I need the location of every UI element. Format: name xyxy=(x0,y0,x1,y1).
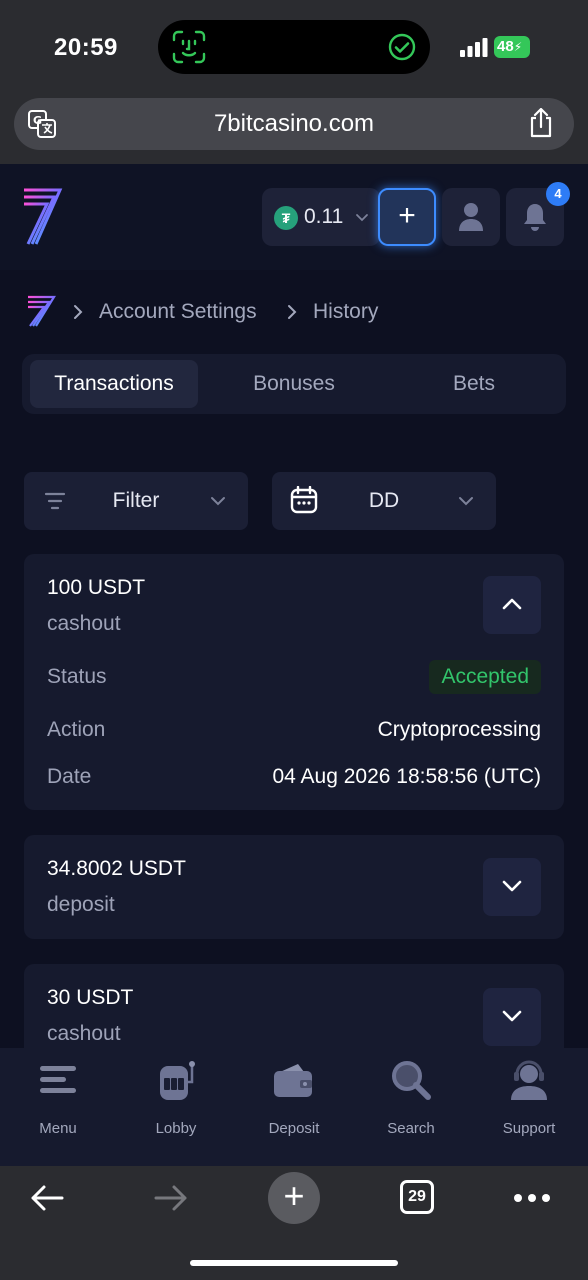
expand-button[interactable] xyxy=(483,988,541,1046)
cellular-signal-icon xyxy=(460,38,488,57)
expand-button[interactable] xyxy=(483,858,541,916)
nav-label: Support xyxy=(502,1120,556,1137)
tether-coin-icon: ₮ xyxy=(274,206,298,230)
history-tabs: Transactions Bonuses Bets xyxy=(22,354,566,414)
transaction-amount: 30 USDT xyxy=(47,986,134,1009)
user-icon xyxy=(459,203,483,231)
tab-transactions[interactable]: Transactions xyxy=(30,360,198,408)
nav-menu[interactable]: Menu xyxy=(3,1058,113,1158)
status-label: Status xyxy=(47,665,107,688)
bell-icon xyxy=(524,204,546,231)
profile-button[interactable] xyxy=(442,188,500,246)
chevron-down-icon xyxy=(356,214,368,222)
menu-icon xyxy=(40,1066,76,1093)
breadcrumb: Account Settings History xyxy=(26,292,566,332)
tab-bets[interactable]: Bets xyxy=(390,360,558,408)
date-dropdown[interactable]: DD xyxy=(272,472,496,530)
address-bar[interactable]: G 7bitcasino.com xyxy=(14,98,574,150)
nav-label: Menu xyxy=(39,1120,77,1137)
breadcrumb-account-settings[interactable]: Account Settings xyxy=(99,300,257,324)
collapse-button[interactable] xyxy=(483,576,541,634)
new-tab-button[interactable]: + xyxy=(268,1172,320,1224)
slot-machine-icon xyxy=(160,1061,195,1100)
back-arrow-icon[interactable] xyxy=(30,1184,64,1212)
transaction-type: cashout xyxy=(47,612,121,635)
status-time: 20:59 xyxy=(54,34,118,61)
tab-bonuses[interactable]: Bonuses xyxy=(210,360,378,408)
home-indicator xyxy=(190,1260,398,1266)
search-icon xyxy=(392,1061,431,1100)
7bit-logo-icon[interactable] xyxy=(22,186,64,246)
chevron-right-icon xyxy=(74,305,83,319)
chevron-down-icon xyxy=(459,497,473,506)
add-funds-button[interactable]: + xyxy=(378,188,436,246)
forward-arrow-icon[interactable] xyxy=(154,1184,188,1212)
status-badge: Accepted xyxy=(429,660,541,694)
share-icon[interactable] xyxy=(528,108,554,138)
browser-toolbar: + 29 xyxy=(0,1166,588,1280)
filter-dropdown[interactable]: Filter xyxy=(24,472,248,530)
chevron-down-icon xyxy=(502,1010,522,1022)
nav-support[interactable]: Support xyxy=(474,1058,584,1158)
ios-status-bar: 20:59 48⚡ xyxy=(0,0,588,96)
wallet-icon xyxy=(274,1064,312,1097)
more-options-icon[interactable] xyxy=(512,1188,552,1208)
nav-label: Lobby xyxy=(155,1120,197,1137)
notifications-button[interactable]: 4 xyxy=(506,182,570,246)
transaction-amount: 34.8002 USDT xyxy=(47,857,186,880)
action-label: Action xyxy=(47,718,106,741)
charging-bolt-icon: ⚡ xyxy=(513,40,523,54)
browser-address-area: G 7bitcasino.com xyxy=(0,96,588,164)
transaction-card: 34.8002 USDT deposit xyxy=(24,835,564,939)
chevron-down-icon xyxy=(502,880,522,892)
nav-deposit[interactable]: Deposit xyxy=(239,1058,349,1158)
wallet-balance: 0.11 xyxy=(304,205,344,228)
chevron-down-icon xyxy=(211,497,225,506)
url-text[interactable]: 7bitcasino.com xyxy=(14,110,574,138)
battery-level: 48 xyxy=(497,38,514,55)
action-value: Cryptoprocessing xyxy=(377,718,541,741)
nav-lobby[interactable]: Lobby xyxy=(121,1058,231,1158)
plus-icon: + xyxy=(283,1175,305,1216)
nav-search[interactable]: Search xyxy=(356,1058,466,1158)
home-logo-icon[interactable] xyxy=(26,294,56,328)
support-agent-icon xyxy=(511,1060,547,1100)
date-label: Date xyxy=(47,765,92,788)
bottom-navigation: Menu Lobby Deposit Search Support xyxy=(0,1048,588,1166)
wallet-balance-selector[interactable]: ₮ 0.11 xyxy=(262,188,380,246)
chevron-up-icon xyxy=(502,598,522,610)
transaction-card: 100 USDT cashout Status Accepted Action … xyxy=(24,554,564,810)
date-value: 04 Aug 2026 18:58:56 (UTC) xyxy=(272,765,541,788)
face-id-icon xyxy=(172,30,206,64)
battery-indicator: 48⚡ xyxy=(494,36,530,58)
checkmark-circle-icon xyxy=(388,33,416,61)
chevron-right-icon xyxy=(288,305,297,319)
nav-label: Deposit xyxy=(268,1120,320,1137)
transaction-type: deposit xyxy=(47,893,115,916)
breadcrumb-history: History xyxy=(313,300,379,323)
transaction-card: 30 USDT cashout xyxy=(24,964,564,1048)
transaction-amount: 100 USDT xyxy=(47,576,146,599)
transaction-type: cashout xyxy=(47,1022,121,1045)
nav-label: Search xyxy=(387,1120,435,1137)
site-header: ₮ 0.11 + 4 xyxy=(0,164,588,270)
tabs-overview-button[interactable]: 29 xyxy=(400,1180,434,1214)
notifications-badge: 4 xyxy=(546,182,570,206)
